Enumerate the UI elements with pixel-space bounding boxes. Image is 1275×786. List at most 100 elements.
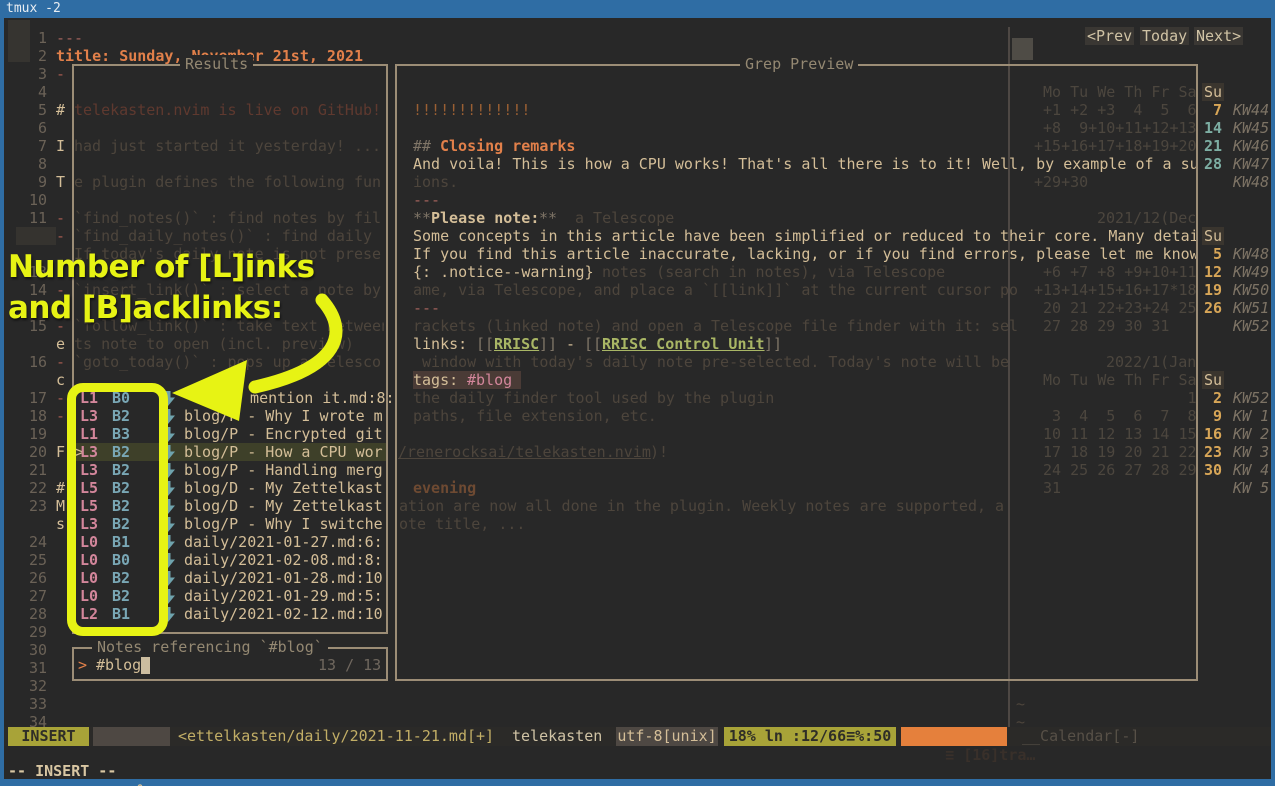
line-number: 9 <box>17 173 47 191</box>
calendar-buffer-segment[interactable]: __Calendar[-] <box>1014 727 1147 746</box>
search-input[interactable]: #blog <box>96 656 141 674</box>
git-branch-segment[interactable]: main! <box>93 727 170 746</box>
calendar-sunday-date[interactable]: 30 <box>1196 461 1222 479</box>
calendar-week-number: KW48 <box>1233 245 1269 263</box>
line-number: 4 <box>17 83 47 101</box>
line-number: 26 <box>17 569 47 587</box>
text-run: M <box>56 497 65 515</box>
text-cursor <box>141 657 150 674</box>
text-run: c <box>56 371 65 389</box>
line-number: 33 <box>17 695 47 713</box>
filetype-segment: telekasten <box>504 727 610 746</box>
line-number: 25 <box>17 551 47 569</box>
line-number: 17 <box>17 389 47 407</box>
calendar-week-number: KW 4 <box>1233 461 1269 479</box>
line-number: 23 <box>17 497 47 515</box>
position-segment: 18% ln :12/66≡%:50 <box>724 727 896 746</box>
result-counter: 13 / 13 <box>318 656 381 674</box>
calendar-sunday-date[interactable]: 21 <box>1196 137 1222 155</box>
calendar-prev-button[interactable]: <Prev <box>1085 27 1134 45</box>
line-number: 30 <box>17 641 47 659</box>
calendar-week-number: KW51 <box>1233 299 1269 317</box>
line-number: 18 <box>17 407 47 425</box>
left-fold-column <box>8 20 30 62</box>
preview-window <box>395 64 1198 681</box>
mode-indicator: INSERT <box>8 727 89 746</box>
text-run: - <box>56 407 65 425</box>
calendar-sunday-date[interactable]: 7 <box>1196 101 1222 119</box>
prompt-caret: > <box>78 656 87 674</box>
encoding-segment: utf-8[unix] <box>616 727 718 746</box>
preview-window-title: Grep Preview <box>740 55 858 73</box>
line-number: 24 <box>17 533 47 551</box>
line-number: 11 <box>17 209 47 227</box>
line-number: 19 <box>17 425 47 443</box>
calendar-week-number: KW 5 <box>1233 479 1269 497</box>
text-run: - <box>56 353 65 371</box>
text-run: - <box>56 389 65 407</box>
calendar-week-number: KW52 <box>1233 389 1269 407</box>
prompt-window-title: Notes referencing `#blog` <box>92 638 328 656</box>
line-number: 20 <box>17 443 47 461</box>
tmux-terminal-window: tmux -2 12345678910111213141516171819202… <box>0 0 1275 786</box>
calendar-week-number: KW50 <box>1233 281 1269 299</box>
calendar-sunday-date[interactable]: 9 <box>1196 407 1222 425</box>
calendar-sunday-date[interactable]: 2 <box>1196 389 1222 407</box>
calendar-today-button[interactable]: Today <box>1140 27 1189 45</box>
line-number: 21 <box>17 461 47 479</box>
cursorline-gutter-highlight <box>16 227 56 245</box>
text-run: # <box>56 101 65 119</box>
git-branch-icon <box>137 746 191 786</box>
calendar-week-number: KW47 <box>1233 155 1269 173</box>
calendar-sunday-date[interactable]: 16 <box>1196 425 1222 443</box>
text-run: T <box>56 173 65 191</box>
calendar-sunday-date[interactable]: 19 <box>1196 281 1222 299</box>
calendar-sunday-date[interactable]: 23 <box>1196 443 1222 461</box>
hamburger-icon: ≡ <box>945 746 954 764</box>
cmdline-message: -- INSERT -- <box>8 762 116 780</box>
calendar-sunday-header: Su <box>1202 227 1224 245</box>
buffer-tab-label: [16]tra… <box>963 746 1035 764</box>
calendar-sunday-date[interactable]: 5 <box>1196 245 1222 263</box>
calendar-next-button[interactable]: Next> <box>1194 27 1243 45</box>
line-number: 28 <box>17 605 47 623</box>
calendar-week-number: KW45 <box>1233 119 1269 137</box>
line-number: 31 <box>17 659 47 677</box>
line-number: 27 <box>17 587 47 605</box>
text-run: I <box>56 137 65 155</box>
line-number: 8 <box>17 155 47 173</box>
calendar-scrollbar-thumb[interactable] <box>1012 38 1033 60</box>
calendar-week-number: KW49 <box>1233 263 1269 281</box>
calendar-sunday-date[interactable]: 14 <box>1196 119 1222 137</box>
text-run: s <box>56 515 65 533</box>
line-number: 10 <box>17 191 47 209</box>
line-number: 16 <box>17 353 47 371</box>
buffer-tab-segment[interactable]: ≡ [16]tra… <box>901 727 1007 746</box>
text-run: F <box>56 443 65 461</box>
text-run: - <box>56 65 65 83</box>
annotation-arrow <box>150 280 390 430</box>
calendar-sunday-date[interactable]: 28 <box>1196 155 1222 173</box>
line-number: 5 <box>17 101 47 119</box>
line-number: 29 <box>17 623 47 641</box>
calendar-week-number: KW48 <box>1233 173 1269 191</box>
text-run: --- <box>56 29 83 47</box>
filename-segment[interactable]: <ettelkasten/daily/2021-11-21.md[+] <box>170 727 502 746</box>
calendar-week-number: KW 1 <box>1233 407 1269 425</box>
calendar-week-number: KW 2 <box>1233 425 1269 443</box>
calendar-week-number: KW52 <box>1233 317 1269 335</box>
calendar-week-number: KW46 <box>1233 137 1269 155</box>
line-number: 7 <box>17 137 47 155</box>
calendar-week-number: KW 3 <box>1233 443 1269 461</box>
calendar-sunday-date[interactable]: 12 <box>1196 263 1222 281</box>
calendar-sunday-date[interactable]: 26 <box>1196 299 1222 317</box>
calendar-week-number: KW44 <box>1233 101 1269 119</box>
results-window-title: Results <box>180 55 253 73</box>
line-number: 32 <box>17 677 47 695</box>
line-number: 3 <box>17 65 47 83</box>
calendar-sunday-header: Su <box>1202 371 1224 389</box>
calendar-sunday-header: Su <box>1202 83 1224 101</box>
text-run: # <box>56 479 65 497</box>
text-run: e <box>56 335 65 353</box>
text-run: ~ <box>1016 695 1025 713</box>
